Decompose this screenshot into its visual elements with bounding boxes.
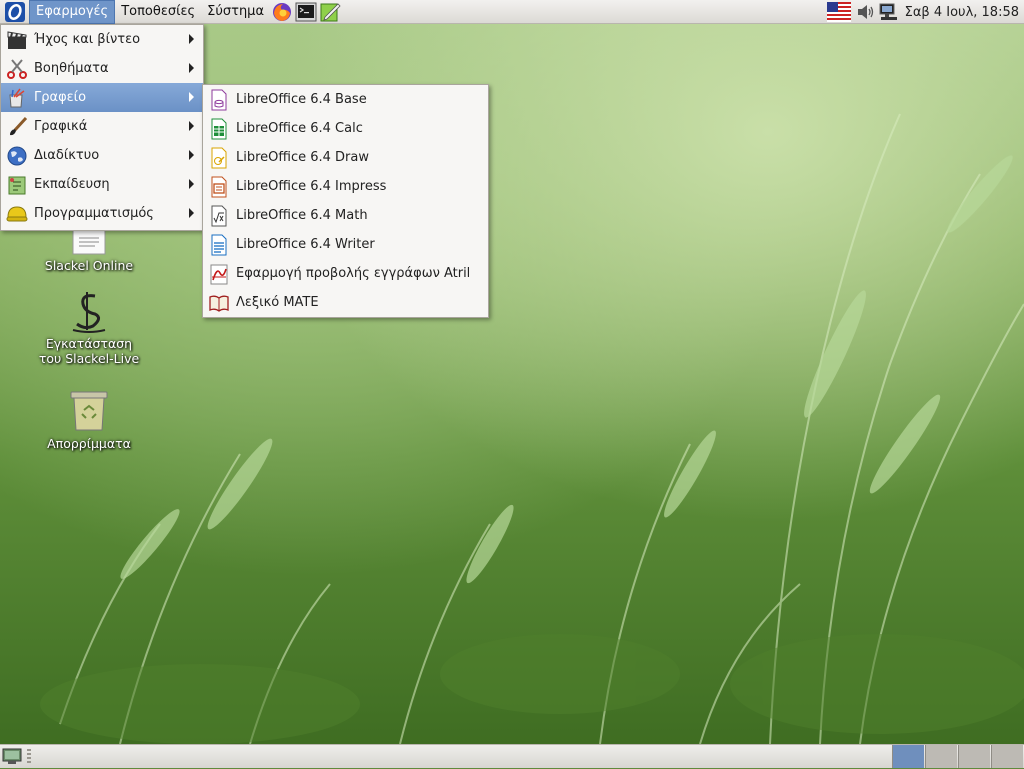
- menu-item-label: Διαδίκτυο: [34, 148, 100, 163]
- office-submenu-popup: LibreOffice 6.4 Base LibreOffice 6.4 Cal…: [202, 84, 489, 318]
- libreoffice-math-icon: [211, 205, 227, 226]
- show-desktop-icon[interactable]: [2, 747, 22, 765]
- menu-item-label: Ήχος και βίντεο: [34, 32, 141, 47]
- applications-menu-popup: Ήχος και βίντεο Βοηθήματα Γραφείο Γραφικ…: [0, 24, 204, 231]
- workspace-3[interactable]: [958, 745, 990, 768]
- menu-item-label: LibreOffice 6.4 Writer: [236, 237, 375, 252]
- menu-item-label: LibreOffice 6.4 Draw: [236, 150, 370, 165]
- menu-item-label: Εφαρμογή προβολής εγγράφων Atril: [236, 266, 471, 281]
- menu-item-libreoffice-draw[interactable]: LibreOffice 6.4 Draw: [203, 143, 488, 172]
- libreoffice-writer-icon: [211, 234, 227, 255]
- firefox-icon[interactable]: [271, 1, 293, 23]
- workspace-1[interactable]: [892, 745, 924, 768]
- globe-icon: [7, 146, 27, 165]
- desktop-icon-trash[interactable]: Απορρίμματα: [19, 388, 159, 451]
- submenu-arrow-icon: [189, 63, 194, 73]
- menu-item-atril[interactable]: Εφαρμογή προβολής εγγράφων Atril: [203, 259, 488, 288]
- desktop-icon-slackel-online[interactable]: Slackel Online: [19, 226, 159, 273]
- workspace-2[interactable]: [925, 745, 957, 768]
- libreoffice-draw-icon: [211, 147, 227, 168]
- text-editor-icon[interactable]: [319, 1, 341, 23]
- menu-item-label: LibreOffice 6.4 Math: [236, 208, 368, 223]
- menu-item-programming[interactable]: Προγραμματισμός: [1, 199, 203, 228]
- network-icon[interactable]: [877, 1, 901, 23]
- main-menu-logo-icon[interactable]: [4, 1, 26, 23]
- menu-item-label: LibreOffice 6.4 Base: [236, 92, 367, 107]
- clock[interactable]: Σαβ 4 Ιουλ, 18:58: [901, 5, 1024, 20]
- office-icon: [9, 88, 25, 107]
- menu-item-label: LibreOffice 6.4 Calc: [236, 121, 363, 136]
- submenu-arrow-icon: [189, 150, 194, 160]
- menu-item-label: Γραφείο: [34, 90, 87, 105]
- libreoffice-calc-icon: [211, 118, 227, 139]
- panel-handle[interactable]: [27, 749, 31, 765]
- workspace-4[interactable]: [991, 745, 1023, 768]
- menu-item-label: Εκπαίδευση: [34, 177, 110, 192]
- menu-item-label: Βοηθήματα: [34, 61, 109, 76]
- desktop-icon-label: Απορρίμματα: [47, 436, 131, 451]
- desktop-icon-label: Εγκατάσταση του Slackel-Live: [38, 336, 140, 366]
- libreoffice-impress-icon: [211, 176, 227, 197]
- submenu-arrow-icon: [189, 121, 194, 131]
- menu-item-libreoffice-base[interactable]: LibreOffice 6.4 Base: [203, 85, 488, 114]
- atril-icon: [210, 264, 228, 284]
- places-menu[interactable]: Τοποθεσίες: [115, 0, 201, 24]
- libreoffice-base-icon: [211, 89, 227, 110]
- applications-menu[interactable]: Εφαρμογές: [29, 0, 116, 24]
- trash-icon: [70, 391, 108, 431]
- menu-item-accessories[interactable]: Βοηθήματα: [1, 54, 203, 83]
- system-menu[interactable]: Σύστημα: [201, 0, 270, 24]
- menu-item-libreoffice-calc[interactable]: LibreOffice 6.4 Calc: [203, 114, 488, 143]
- menu-item-internet[interactable]: Διαδίκτυο: [1, 141, 203, 170]
- clapperboard-icon: [7, 30, 27, 49]
- programming-icon: [6, 205, 28, 221]
- desktop-icon-slackel-installer[interactable]: Εγκατάσταση του Slackel-Live: [19, 290, 159, 366]
- menu-item-libreoffice-impress[interactable]: LibreOffice 6.4 Impress: [203, 172, 488, 201]
- volume-icon[interactable]: [855, 1, 877, 23]
- top-panel: Εφαρμογές Τοποθεσίες Σύστημα Σαβ 4 Ιουλ,…: [0, 0, 1024, 24]
- terminal-icon[interactable]: [295, 1, 317, 23]
- submenu-arrow-icon: [189, 92, 194, 102]
- desktop-icon-label: Slackel Online: [44, 258, 134, 273]
- menu-item-mate-dictionary[interactable]: Λεξικό MATE: [203, 288, 488, 317]
- menu-item-label: Γραφικά: [34, 119, 88, 134]
- menu-item-libreoffice-math[interactable]: LibreOffice 6.4 Math: [203, 201, 488, 230]
- menu-item-education[interactable]: Εκπαίδευση: [1, 170, 203, 199]
- menu-item-label: LibreOffice 6.4 Impress: [236, 179, 387, 194]
- education-icon: [8, 176, 26, 194]
- us-flag-icon[interactable]: [825, 1, 853, 23]
- menu-item-label: Προγραμματισμός: [34, 206, 154, 221]
- submenu-arrow-icon: [189, 208, 194, 218]
- dictionary-icon: [209, 295, 229, 312]
- menu-item-label: Λεξικό MATE: [236, 295, 319, 310]
- submenu-arrow-icon: [189, 179, 194, 189]
- submenu-arrow-icon: [189, 34, 194, 44]
- slackel-installer-icon: [72, 292, 106, 333]
- menu-item-office[interactable]: Γραφείο: [1, 83, 203, 112]
- paintbrush-icon: [10, 116, 28, 135]
- bottom-panel: [0, 744, 1024, 768]
- menu-item-sound-video[interactable]: Ήχος και βίντεο: [1, 25, 203, 54]
- scissors-icon: [7, 58, 27, 79]
- menu-item-graphics[interactable]: Γραφικά: [1, 112, 203, 141]
- menu-item-libreoffice-writer[interactable]: LibreOffice 6.4 Writer: [203, 230, 488, 259]
